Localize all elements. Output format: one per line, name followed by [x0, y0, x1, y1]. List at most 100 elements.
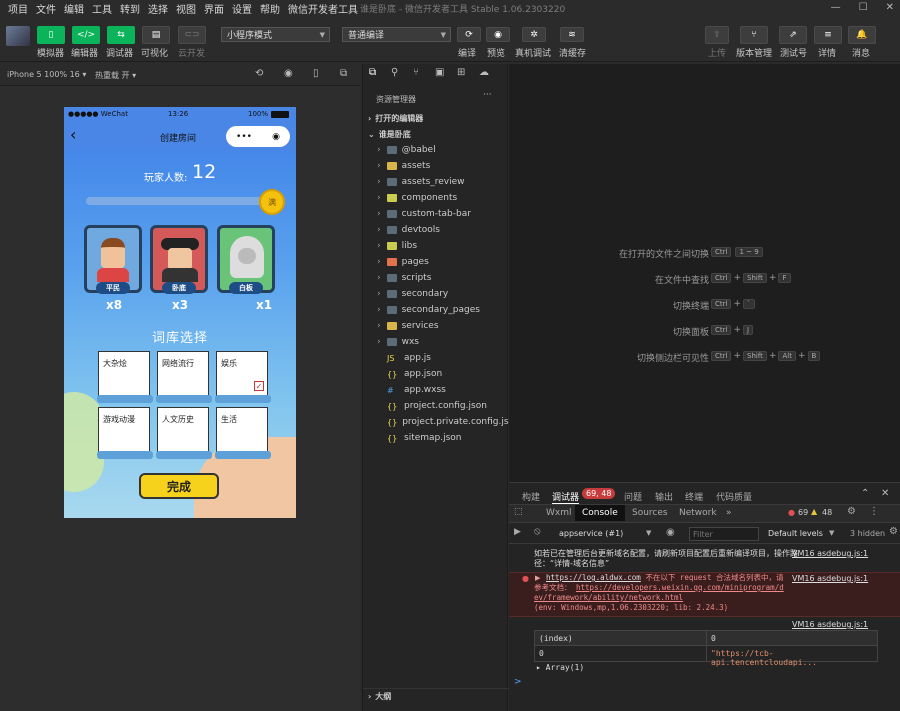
- role-card-civilian[interactable]: 平民: [84, 225, 142, 294]
- eye-icon[interactable]: ◉: [666, 527, 675, 538]
- messages-button[interactable]: 🔔: [848, 26, 876, 44]
- word-card[interactable]: 娱乐 ✓: [215, 351, 271, 403]
- subtab-network[interactable]: Network: [679, 508, 717, 518]
- inspect-icon[interactable]: ⬚: [514, 507, 523, 517]
- player-slider[interactable]: [86, 197, 266, 205]
- tab-output[interactable]: 输出: [655, 490, 673, 503]
- version-button[interactable]: ⑂: [740, 26, 768, 44]
- levels-select[interactable]: Default levels: [768, 529, 823, 538]
- sidebar-toggle-icon[interactable]: ▶: [514, 527, 521, 537]
- close-icon[interactable]: ✕: [886, 2, 894, 13]
- word-card[interactable]: 人文历史: [156, 407, 212, 459]
- file-tree-item[interactable]: › secondary: [363, 286, 509, 302]
- real-debug-button[interactable]: ✲: [522, 27, 546, 42]
- menu-settings[interactable]: 设置: [232, 1, 252, 16]
- cloud-button[interactable]: ⊂⊃: [178, 26, 206, 44]
- minimize-icon[interactable]: —: [831, 2, 841, 13]
- file-tree-item[interactable]: › libs: [363, 238, 509, 254]
- file-tree-item[interactable]: {} app.json: [363, 366, 509, 382]
- menu-devtools[interactable]: 微信开发者工具: [288, 1, 358, 16]
- simulator-button[interactable]: ▯: [37, 26, 65, 44]
- close-circle-icon[interactable]: ◉: [272, 132, 280, 142]
- subtab-console[interactable]: Console: [575, 505, 625, 521]
- test-account-button[interactable]: ⇗: [779, 26, 807, 44]
- preview-button[interactable]: ◉: [486, 27, 510, 42]
- file-tree-item[interactable]: › pages: [363, 254, 509, 270]
- maximize-icon[interactable]: ☐: [859, 2, 868, 13]
- message-source-link[interactable]: VM16 asdebug.js:1: [792, 549, 868, 558]
- done-button[interactable]: 完成: [139, 473, 219, 499]
- file-tree-item[interactable]: › devtools: [363, 222, 509, 238]
- menu-select[interactable]: 选择: [148, 1, 168, 16]
- more-icon[interactable]: ···: [483, 90, 492, 100]
- phone-icon[interactable]: ▯: [313, 68, 319, 79]
- role-card-blank[interactable]: 白板: [217, 225, 275, 294]
- console-prompt[interactable]: >: [514, 677, 522, 687]
- device-select[interactable]: iPhone 5 100% 16 ▾: [7, 70, 86, 79]
- menu-view[interactable]: 视图: [176, 1, 196, 16]
- debug-icon[interactable]: ▣: [435, 67, 444, 78]
- popout-icon[interactable]: ⧉: [340, 68, 347, 79]
- menu-edit[interactable]: 编辑: [64, 1, 84, 16]
- menu-project[interactable]: 项目: [8, 1, 28, 16]
- slider-thumb[interactable]: 满: [259, 189, 285, 215]
- error-url-link[interactable]: https://log.aldwx.com: [546, 573, 641, 582]
- file-tree-item[interactable]: JS app.js: [363, 350, 509, 366]
- file-tree-item[interactable]: › @babel: [363, 142, 509, 158]
- extensions-icon[interactable]: ⊞: [457, 67, 465, 78]
- menu-interface[interactable]: 界面: [204, 1, 224, 16]
- file-tree-item[interactable]: {} sitemap.json: [363, 430, 509, 446]
- menu-tools[interactable]: 工具: [92, 1, 112, 16]
- error-source-link[interactable]: VM16 asdebug.js:1: [792, 574, 868, 583]
- compile-button[interactable]: ⟳: [457, 27, 481, 42]
- close-panel-icon[interactable]: ✕: [881, 488, 889, 499]
- rotate-icon[interactable]: ⟲: [255, 68, 263, 79]
- array-expander[interactable]: ▸ Array(1): [536, 663, 584, 672]
- more-icon[interactable]: •••: [236, 132, 252, 142]
- cloud-icon[interactable]: ☁: [479, 67, 489, 78]
- subtab-wxml[interactable]: Wxml: [546, 508, 572, 518]
- clear-icon[interactable]: ⦸: [534, 526, 541, 537]
- file-tree-item[interactable]: › secondary_pages: [363, 302, 509, 318]
- file-tree-item[interactable]: › components: [363, 190, 509, 206]
- record-icon[interactable]: ◉: [284, 68, 293, 79]
- kebab-icon[interactable]: ⋮: [869, 506, 879, 517]
- menu-help[interactable]: 帮助: [260, 1, 280, 16]
- tab-terminal[interactable]: 终端: [685, 490, 703, 503]
- avatar[interactable]: [6, 26, 30, 46]
- git-icon[interactable]: ⑂: [413, 67, 419, 78]
- file-tree-item[interactable]: › services: [363, 318, 509, 334]
- gear-icon[interactable]: ⚙: [847, 506, 856, 517]
- file-tree-item[interactable]: › custom-tab-bar: [363, 206, 509, 222]
- tab-debugger[interactable]: 调试器: [552, 490, 580, 504]
- subtab-sources[interactable]: Sources: [632, 508, 668, 518]
- menu-file[interactable]: 文件: [36, 1, 56, 16]
- file-tree-item[interactable]: # app.wxss: [363, 382, 509, 398]
- visual-button[interactable]: ▤: [142, 26, 170, 44]
- debugger-button[interactable]: ⇆: [107, 26, 135, 44]
- tab-code-quality[interactable]: 代码质量: [716, 490, 752, 503]
- details-button[interactable]: ≡: [814, 26, 842, 44]
- capsule-menu[interactable]: ••• ◉: [226, 126, 290, 147]
- compile-mode-select[interactable]: 普通编译 ▼: [342, 27, 451, 42]
- filter-input[interactable]: [689, 527, 759, 541]
- file-tree-item[interactable]: › scripts: [363, 270, 509, 286]
- outline-section[interactable]: › 大纲: [363, 688, 509, 704]
- context-select[interactable]: appservice (#1): [559, 529, 623, 538]
- mode-select[interactable]: 小程序模式 ▼: [221, 27, 330, 42]
- word-card[interactable]: 大杂烩: [97, 351, 153, 403]
- menu-goto[interactable]: 转到: [120, 1, 140, 16]
- error-doc-link[interactable]: https://developers.weixin.qq.com/minipro…: [534, 583, 784, 602]
- hotreload-select[interactable]: 热重载 开 ▾: [95, 70, 136, 81]
- upload-button[interactable]: ⇪: [705, 26, 729, 44]
- subtab-more[interactable]: »: [726, 508, 732, 518]
- role-card-undercover[interactable]: 卧底: [150, 225, 208, 294]
- open-editors-section[interactable]: › 打开的编辑器: [363, 110, 509, 126]
- file-tree-item[interactable]: {} project.private.config.js...: [363, 414, 517, 430]
- tab-problems[interactable]: 问题: [624, 490, 642, 503]
- editor-button[interactable]: </>: [72, 26, 100, 44]
- file-tree-item[interactable]: › assets: [363, 158, 509, 174]
- word-card[interactable]: 生活: [215, 407, 271, 459]
- file-tree-item[interactable]: {} project.config.json: [363, 398, 509, 414]
- files-icon[interactable]: ⧉: [369, 67, 376, 78]
